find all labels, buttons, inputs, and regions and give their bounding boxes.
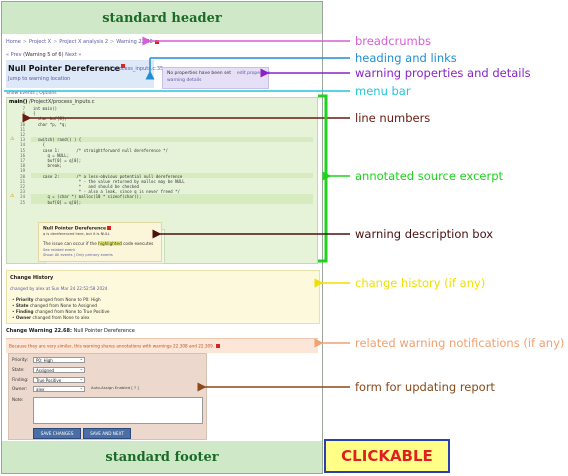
source-bracket bbox=[318, 94, 328, 263]
annotation-source: annotated source excerpt bbox=[355, 169, 504, 183]
annotation-breadcrumbs: breadcrumbs bbox=[355, 34, 432, 48]
annotation-props: warning properties and details bbox=[355, 66, 531, 80]
annotation-related: related warning notifications (if any) bbox=[355, 336, 565, 350]
clickable-legend: CLICKABLE bbox=[324, 439, 450, 473]
annotation-history: change history (if any) bbox=[355, 276, 486, 290]
annotation-linenums: line numbers bbox=[355, 111, 431, 125]
annotation-heading: heading and links bbox=[355, 51, 457, 65]
annotation-box: warning description box bbox=[355, 227, 494, 241]
annotation-menubar: menu bar bbox=[355, 84, 411, 98]
annotation-form: form for updating report bbox=[355, 380, 495, 394]
